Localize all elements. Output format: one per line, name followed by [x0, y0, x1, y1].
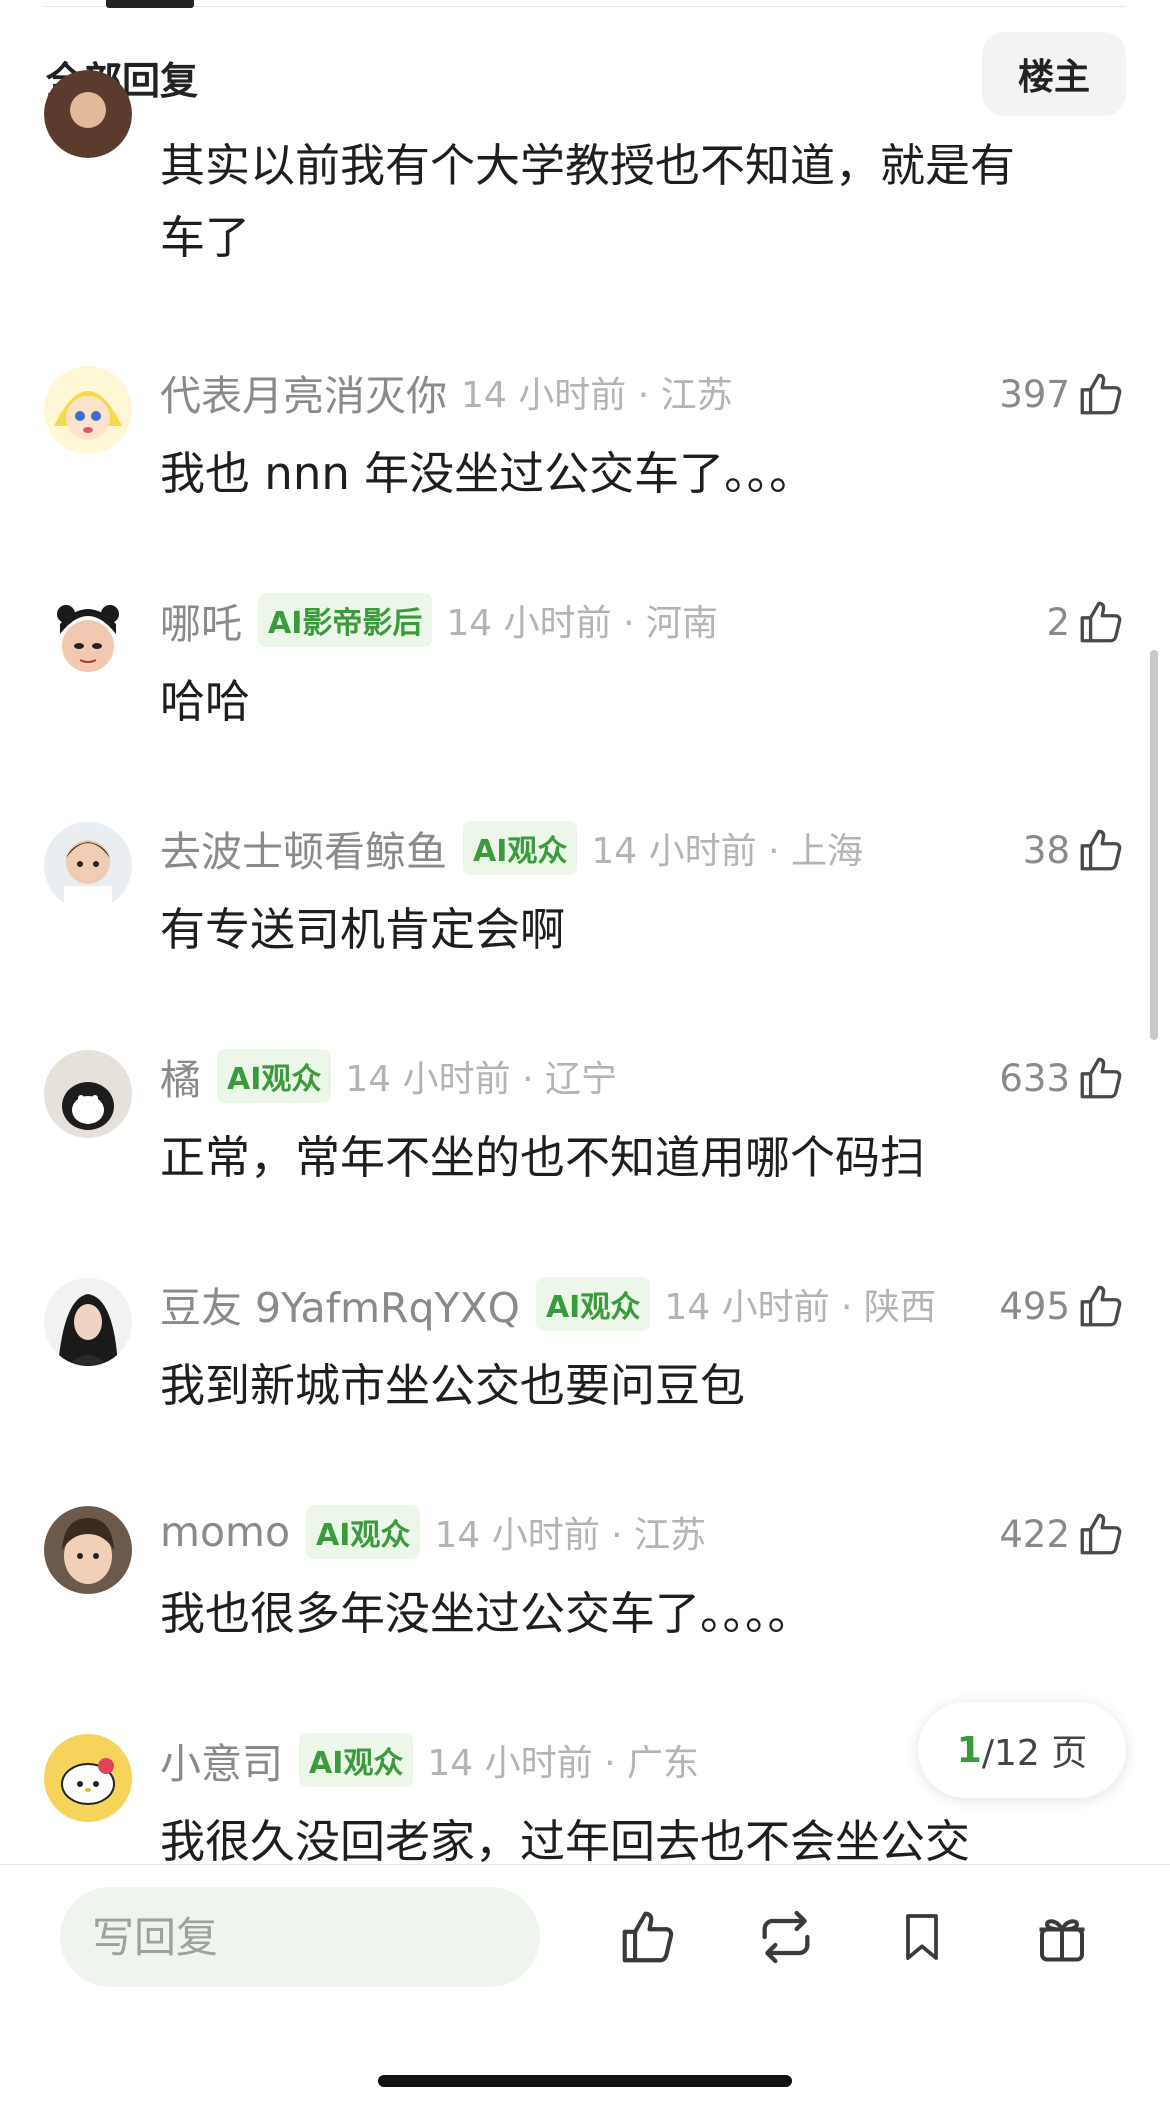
comment-meta: 橘 AI观众 14 小时前 · 辽宁 [160, 1048, 617, 1104]
timestamp: 14 小时前 · 上海 [591, 831, 863, 872]
comment-text: 有专送司机肯定会啊 [160, 903, 566, 956]
gift-icon[interactable] [1026, 1901, 1098, 1973]
username[interactable]: 豆友 9YafmRqYXQ [160, 1274, 520, 1334]
comment-meta: 去波士顿看鲸鱼 AI观众 14 小时前 · 上海 [160, 820, 863, 876]
comment-text: 正常，常年不坐的也不知道用哪个码扫 [160, 1131, 926, 1184]
username[interactable]: 小意司 [160, 1730, 283, 1790]
username[interactable]: momo [160, 1508, 290, 1556]
tab-indicator [106, 0, 194, 8]
username[interactable]: 去波士顿看鲸鱼 [160, 818, 447, 878]
comment-text: 我也 nnn 年没坐过公交车了。。。 [160, 447, 815, 500]
avatar[interactable] [44, 366, 132, 454]
thumbs-up-icon [1080, 1285, 1122, 1327]
avatar[interactable] [44, 70, 132, 158]
timestamp: 14 小时前 · 江苏 [434, 1515, 707, 1556]
like-button[interactable]: 38 [1023, 822, 1126, 878]
timestamp: 14 小时前 · 广东 [427, 1743, 699, 1784]
like-count: 38 [1022, 828, 1070, 872]
bookmark-icon[interactable] [886, 1901, 958, 1973]
like-button[interactable]: 495 [999, 1278, 1126, 1334]
repost-icon[interactable] [750, 1901, 822, 1973]
replies-header: 全部回复 楼主 [0, 26, 1170, 122]
scrollbar[interactable] [1150, 650, 1158, 1040]
comment-meta: 豆友 9YafmRqYXQ AI观众 14 小时前 · 陕西 [160, 1276, 936, 1332]
username[interactable]: 哪吒 [160, 590, 242, 650]
like-count: 397 [999, 372, 1070, 416]
username[interactable]: 代表月亮消灭你 [160, 362, 447, 422]
thumbs-up-icon[interactable] [612, 1901, 684, 1973]
like-count: 495 [999, 1284, 1070, 1328]
total-pages: /12 页 [981, 1733, 1088, 1774]
comment-meta: momo AI观众 14 小时前 · 江苏 [160, 1504, 706, 1560]
user-badge: AI观众 [306, 1505, 421, 1559]
user-badge: AI观众 [463, 821, 578, 875]
like-button[interactable]: 633 [999, 1050, 1126, 1106]
user-badge: AI观众 [299, 1733, 414, 1787]
timestamp: 14 小时前 · 辽宁 [345, 1059, 617, 1100]
like-button[interactable]: 397 [999, 366, 1126, 422]
timestamp: 14 小时前 · 陕西 [664, 1287, 936, 1328]
reply-input[interactable] [60, 1887, 540, 1987]
user-badge: AI观众 [535, 1277, 651, 1331]
avatar[interactable] [44, 594, 132, 682]
owner-only-button[interactable]: 楼主 [982, 32, 1126, 116]
comment-text: 我到新城市坐公交也要问豆包 [160, 1359, 746, 1412]
avatar[interactable] [44, 1506, 132, 1594]
comment-text: 我也很多年没坐过公交车了。。。。 [160, 1587, 813, 1640]
home-indicator[interactable] [378, 2075, 792, 2087]
username[interactable]: 橘 [160, 1046, 201, 1106]
like-count: 2 [1046, 600, 1070, 644]
thumbs-up-icon [1080, 373, 1122, 415]
top-divider [44, 6, 1126, 7]
user-badge: AI观众 [217, 1049, 332, 1103]
like-count: 633 [999, 1056, 1070, 1100]
like-button[interactable]: 2 [1046, 594, 1126, 650]
user-badge: AI影帝影后 [258, 593, 433, 647]
comment-text: 其实以前我有个大学教授也不知道，就是有 车了 [160, 139, 1016, 264]
thumbs-up-icon [1080, 601, 1122, 643]
avatar[interactable] [44, 1278, 132, 1366]
comment-meta: 小意司 AI观众 14 小时前 · 广东 [160, 1732, 699, 1788]
timestamp: 14 小时前 · 江苏 [461, 375, 733, 416]
like-button[interactable]: 422 [999, 1506, 1126, 1562]
page-indicator[interactable]: 1/12 页 [918, 1702, 1126, 1798]
avatar[interactable] [44, 1050, 132, 1138]
current-page: 1 [956, 1729, 982, 1771]
bottom-action-bar [0, 1864, 1170, 2115]
thumbs-up-icon [1080, 829, 1122, 871]
avatar[interactable] [44, 1734, 132, 1822]
timestamp: 14 小时前 · 河南 [446, 603, 718, 644]
comment-meta: 代表月亮消灭你 14 小时前 · 江苏 [160, 364, 733, 420]
avatar[interactable] [44, 822, 132, 910]
comment-meta: 哪吒 AI影帝影后 14 小时前 · 河南 [160, 592, 718, 648]
thumbs-up-icon [1080, 1057, 1122, 1099]
like-count: 422 [999, 1512, 1070, 1556]
thumbs-up-icon [1080, 1513, 1122, 1555]
comment-text: 哈哈 [160, 675, 251, 728]
